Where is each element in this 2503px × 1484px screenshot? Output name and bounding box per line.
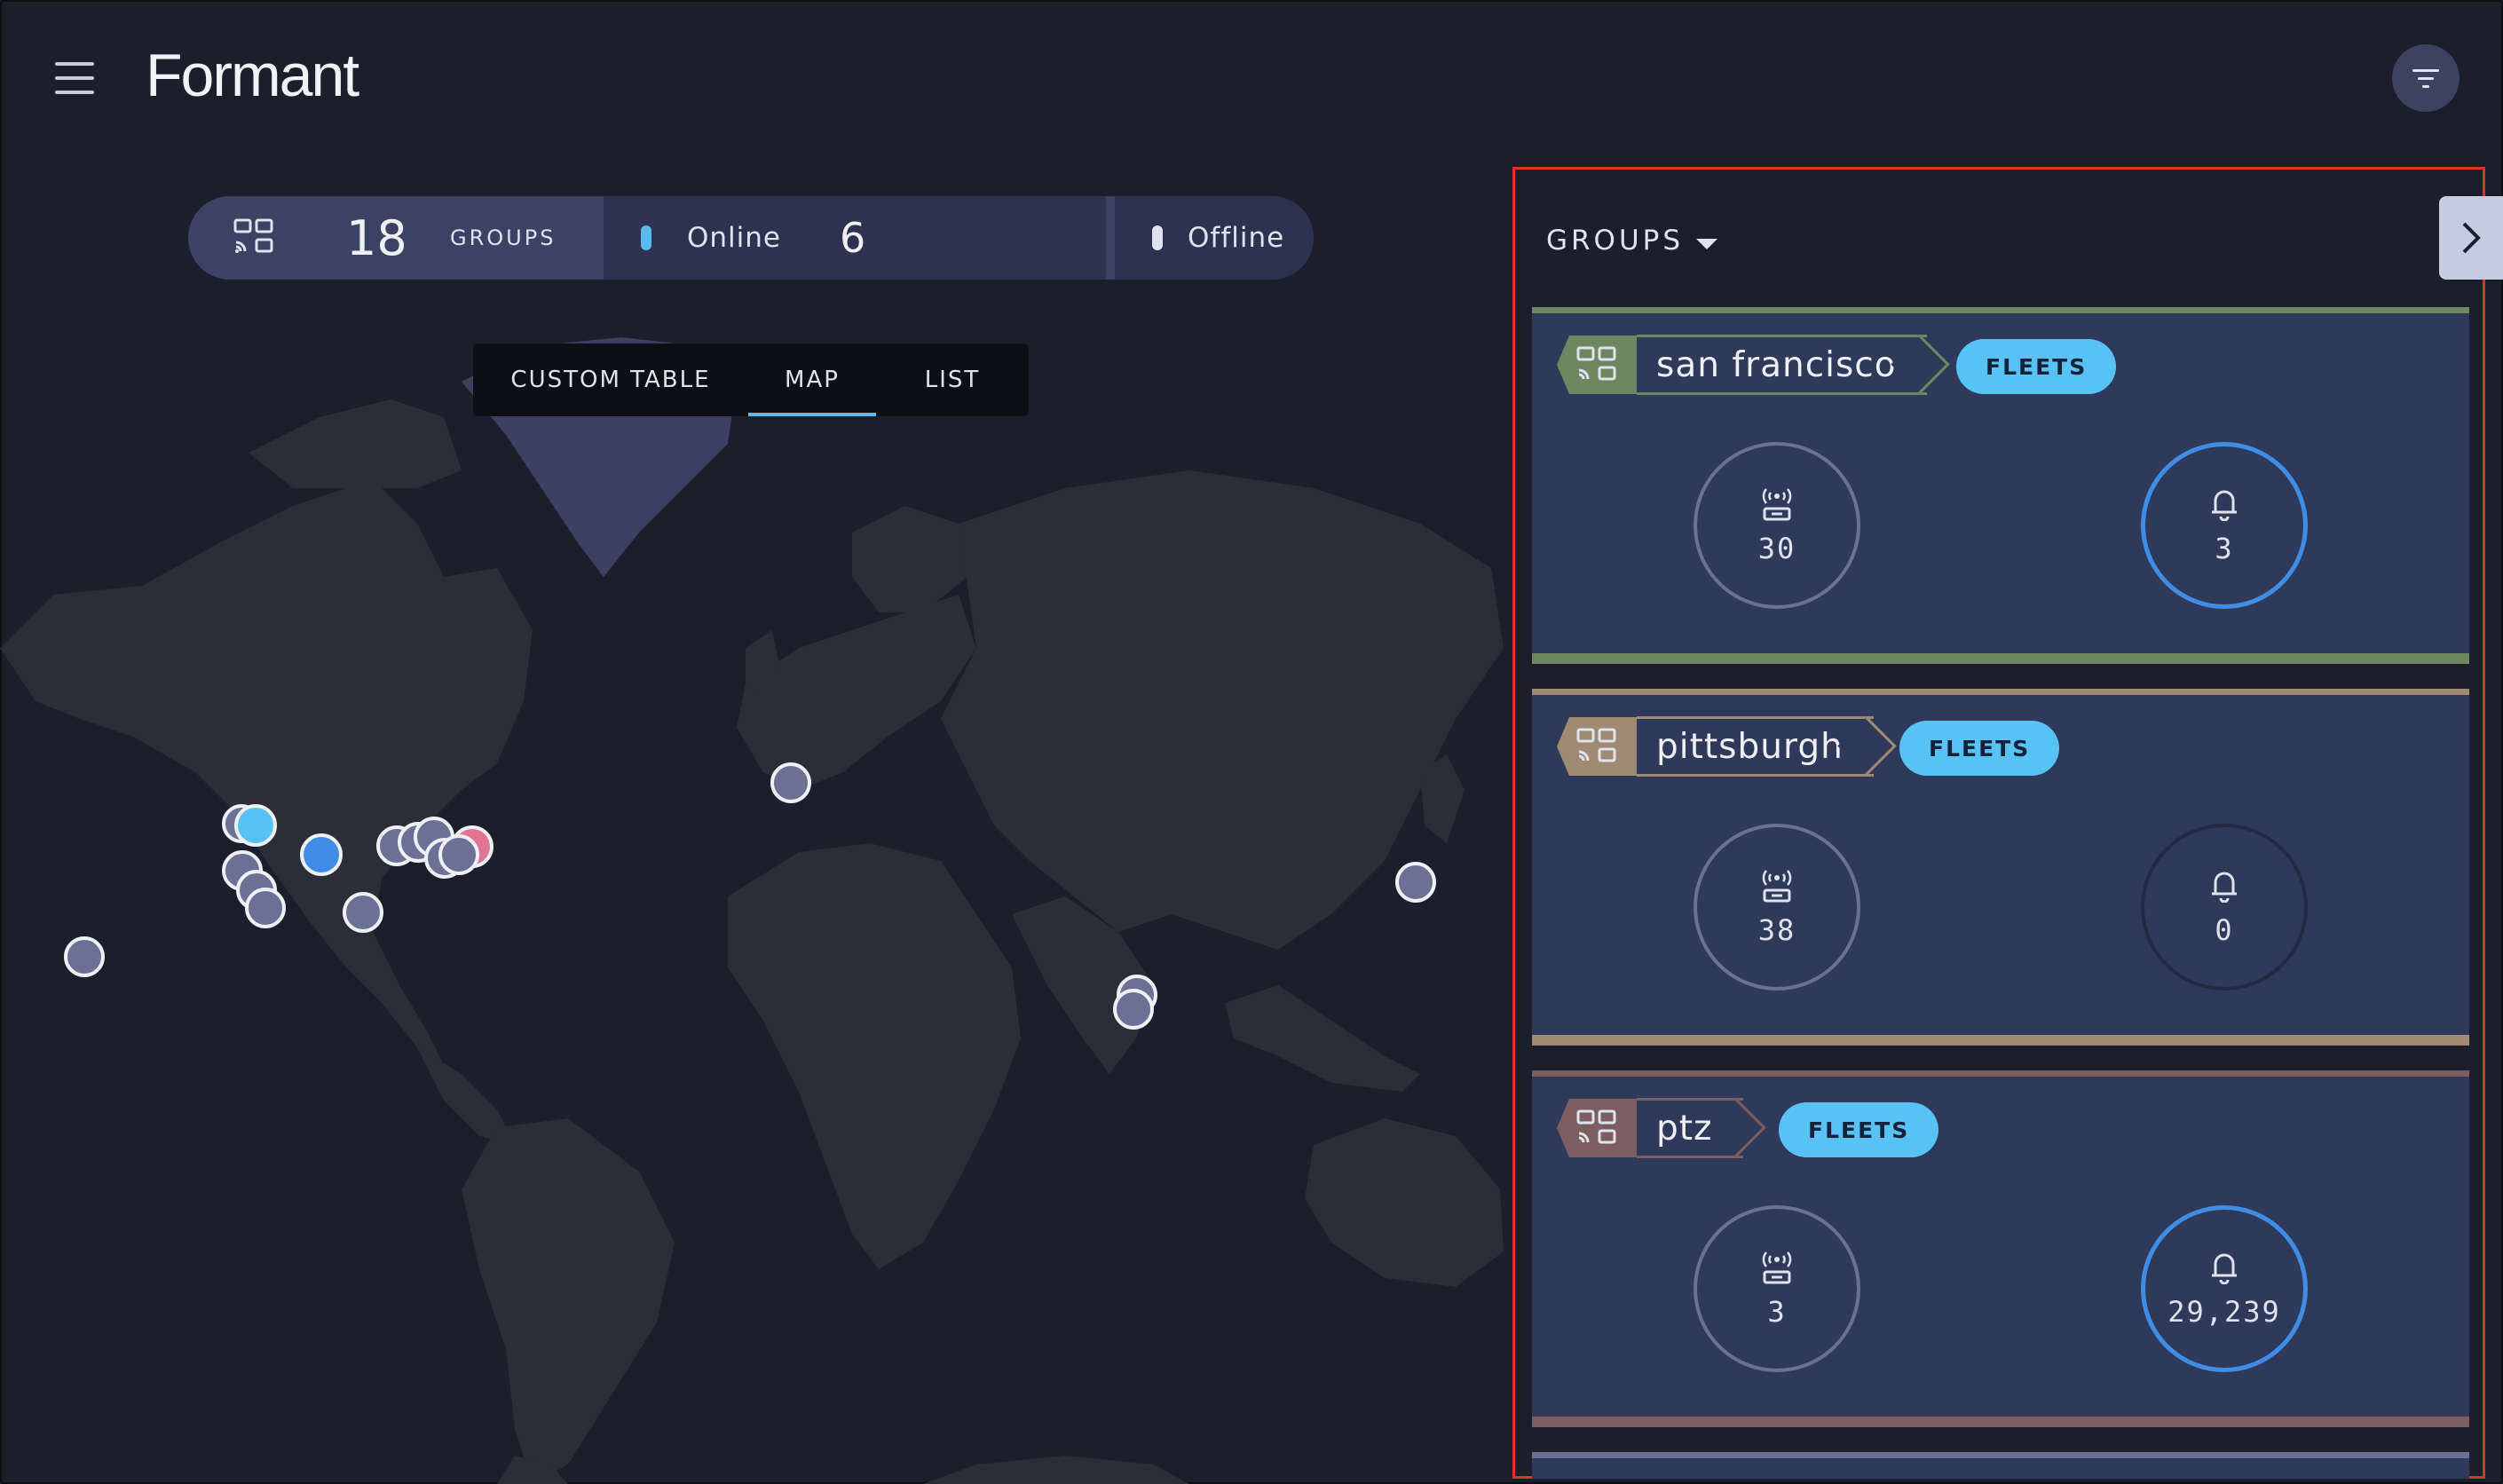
- offline-label: Offline: [1188, 222, 1285, 254]
- group-icon: [1557, 335, 1637, 394]
- card-accent-line: [1532, 1035, 2469, 1046]
- fleets-button[interactable]: FLEETS: [1899, 721, 2060, 776]
- group-card-san-francisco[interactable]: san francisco FLEETS 30 3: [1532, 307, 2469, 664]
- card-accent-line: [1532, 307, 2469, 313]
- chevron-right-icon: [2462, 222, 2481, 254]
- card-accent-line: [1532, 653, 2469, 664]
- groups-label: GROUPS: [450, 225, 557, 250]
- fleet-stats-bar: 18 GROUPS Online 6 Offline 99: [188, 196, 1314, 280]
- map-marker-device[interactable]: [1395, 862, 1436, 903]
- fleets-button[interactable]: FLEETS: [1779, 1102, 1939, 1157]
- group-icon: [1557, 1099, 1637, 1157]
- device-icon: [1762, 488, 1792, 521]
- group-tag: pittsburgh: [1557, 716, 1874, 777]
- alert-count: 3: [2215, 532, 2234, 565]
- alert-count-circle[interactable]: 0: [2141, 824, 2308, 991]
- online-label: Online: [687, 222, 781, 254]
- map-marker-online[interactable]: [300, 833, 343, 876]
- map-australia: [1305, 1118, 1504, 1287]
- device-count: 38: [1757, 913, 1796, 947]
- fleets-button[interactable]: FLEETS: [1956, 339, 2117, 394]
- map-marker-device[interactable]: [1113, 989, 1154, 1030]
- online-indicator: [641, 225, 651, 250]
- tab-map[interactable]: MAP: [748, 343, 876, 416]
- device-count-circle[interactable]: 30: [1694, 442, 1860, 609]
- alert-count-circle[interactable]: 3: [2141, 442, 2308, 609]
- bell-icon: [2212, 872, 2237, 903]
- map-marker-device[interactable]: [245, 888, 286, 928]
- map-north-america: [0, 479, 533, 1065]
- bell-icon: [2212, 490, 2237, 521]
- caret-down-icon: [1696, 239, 1718, 249]
- device-count-circle[interactable]: 38: [1694, 824, 1860, 991]
- group-name: ptz: [1637, 1098, 1743, 1158]
- map-europe: [737, 595, 976, 790]
- map-arctic-islands: [249, 399, 462, 488]
- map-marker-device[interactable]: [343, 892, 383, 933]
- card-accent-line: [1532, 689, 2469, 695]
- groups-summary[interactable]: 18 GROUPS: [188, 196, 604, 280]
- group-card-partial[interactable]: [1532, 1452, 2469, 1479]
- bell-icon: [2212, 1253, 2237, 1284]
- offline-indicator: [1152, 225, 1163, 250]
- map-marker-device[interactable]: [64, 936, 105, 977]
- map-se-asia: [1225, 985, 1420, 1092]
- filter-button[interactable]: [2392, 44, 2460, 112]
- tab-custom-table[interactable]: CUSTOM TABLE: [473, 343, 748, 416]
- filter-icon: [2412, 69, 2439, 88]
- map-marker-online[interactable]: [234, 804, 277, 847]
- groups-count: 18: [346, 209, 407, 266]
- offline-summary[interactable]: Offline 99: [1115, 196, 1314, 280]
- app-logo: Formant: [146, 42, 359, 109]
- online-summary[interactable]: Online 6: [604, 196, 1106, 280]
- group-tag: san francisco: [1557, 335, 1927, 395]
- alert-count: 29,239: [2167, 1295, 2281, 1329]
- hamburger-icon[interactable]: [55, 62, 94, 94]
- group-card-ptz[interactable]: ptz FLEETS 3 29,239: [1532, 1070, 2469, 1427]
- group-icon: [1557, 717, 1637, 776]
- device-count: 30: [1757, 532, 1796, 565]
- groups-panel-title: GROUPS: [1546, 225, 1685, 257]
- device-icon: [1762, 1251, 1792, 1284]
- device-count: 3: [1767, 1295, 1787, 1329]
- map-scandinavia: [852, 506, 967, 612]
- alert-count: 0: [2215, 913, 2234, 947]
- map-africa: [728, 843, 1021, 1269]
- group-name: san francisco: [1637, 335, 1927, 395]
- map-marker-device[interactable]: [438, 834, 479, 875]
- group-icon: [233, 218, 273, 253]
- map-antarctica: [497, 1456, 1189, 1484]
- group-tag: ptz: [1557, 1098, 1743, 1158]
- collapse-panel-button[interactable]: [2439, 196, 2503, 280]
- groups-dropdown[interactable]: GROUPS: [1546, 225, 1718, 257]
- online-count: 6: [840, 214, 866, 262]
- map-japan: [1420, 754, 1465, 843]
- view-tabs: CUSTOM TABLE MAP LIST: [473, 343, 1029, 416]
- card-accent-line: [1532, 1417, 2469, 1427]
- map-south-america: [462, 1118, 675, 1484]
- card-accent-line: [1532, 1070, 2469, 1077]
- device-icon: [1762, 870, 1792, 903]
- tab-list[interactable]: LIST: [876, 343, 1029, 416]
- group-card-pittsburgh[interactable]: pittsburgh FLEETS 38 0: [1532, 689, 2469, 1046]
- map-marker-device[interactable]: [770, 762, 811, 803]
- card-accent-line: [1532, 1452, 2469, 1458]
- device-count-circle[interactable]: 3: [1694, 1205, 1860, 1372]
- alert-count-circle[interactable]: 29,239: [2141, 1205, 2308, 1372]
- group-name: pittsburgh: [1637, 716, 1874, 777]
